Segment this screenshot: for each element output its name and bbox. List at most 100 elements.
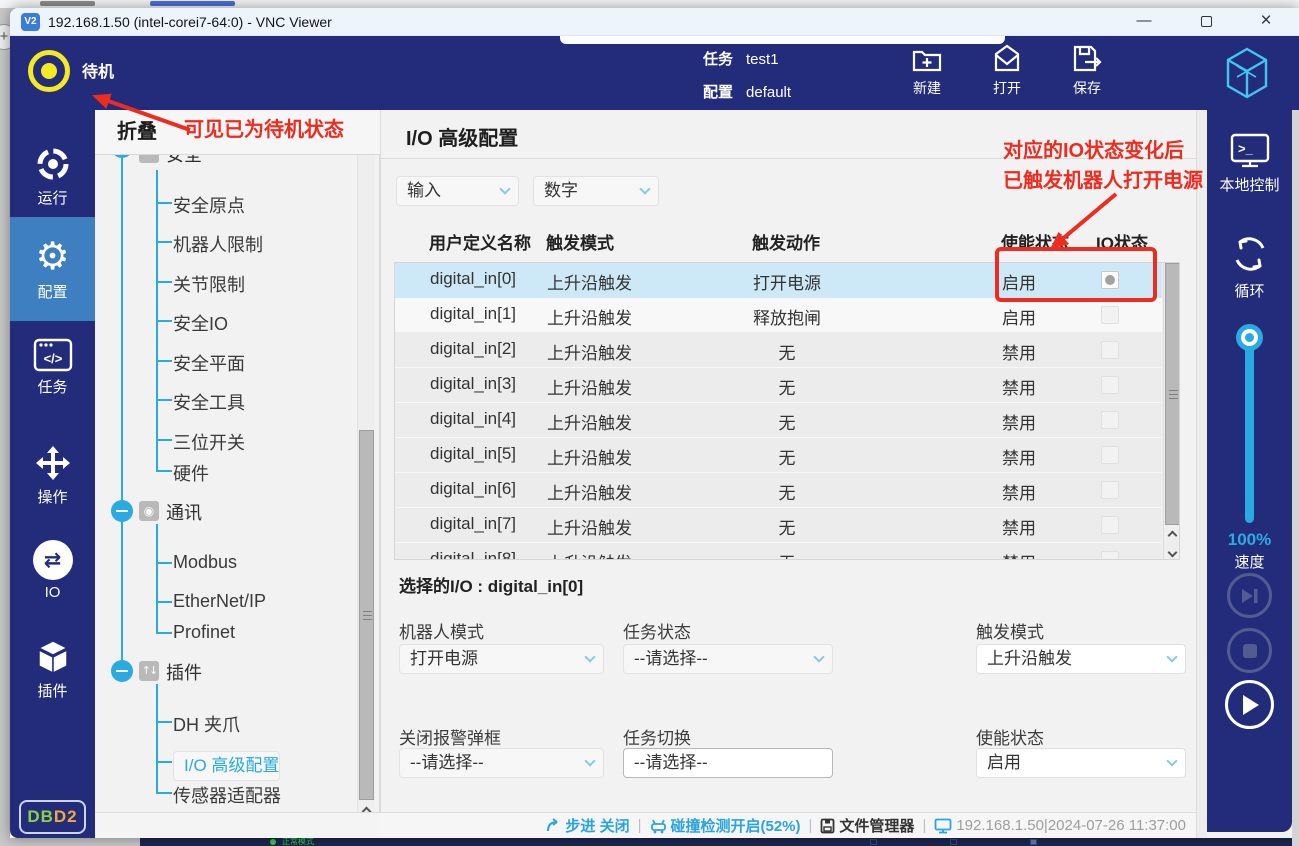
nav-item-plugin[interactable]: 插件: [10, 638, 95, 701]
step-forward-button[interactable]: [1227, 573, 1272, 618]
nav-item-config[interactable]: ⚙ 配置: [10, 217, 95, 321]
new-button[interactable]: 新建: [895, 43, 959, 105]
tree-leaf-dh-gripper[interactable]: DH 夹爪: [173, 711, 240, 737]
tree-leaf-sensor-adapter[interactable]: 传感器适配器: [173, 782, 281, 808]
desktop-edge: [0, 0, 1299, 8]
nav-label-run: 运行: [10, 187, 95, 208]
io-state-indicator[interactable]: [1101, 446, 1119, 464]
trigger-mode-select[interactable]: 上升沿触发: [976, 644, 1186, 674]
table-row[interactable]: digital_in[8]上升沿触发无禁用: [395, 543, 1162, 560]
comm-antenna-icon: ◉: [139, 501, 159, 521]
tree-branch-line: [156, 684, 158, 792]
nav-label-plugin: 插件: [10, 680, 95, 701]
tree-node-comm-collapse[interactable]: [111, 500, 133, 522]
nav-item-io[interactable]: ⇄ IO: [10, 540, 95, 601]
nav-label-config: 配置: [10, 281, 95, 302]
table-scroll-down-button[interactable]: [1164, 543, 1180, 560]
move-arrows-icon: [34, 444, 72, 482]
table-row[interactable]: digital_in[7]上升沿触发无禁用: [395, 508, 1162, 543]
minimize-button[interactable]: —: [1125, 8, 1163, 36]
collision-detect-status[interactable]: 碰撞检测开启(52%): [650, 815, 801, 836]
table-row[interactable]: digital_in[6]上升沿触发无禁用: [395, 473, 1162, 508]
close-alarm-popup-label: 关闭报警弹框: [399, 724, 501, 749]
tree-scrollbar[interactable]: [357, 155, 375, 838]
tree-node-plugin-collapse[interactable]: [111, 660, 133, 682]
nav-label-task: 任务: [10, 376, 95, 397]
tree-leaf-safety-tool[interactable]: 安全工具: [173, 389, 245, 415]
nav-item-operate[interactable]: 操作: [10, 444, 95, 507]
vnc-logo: V2: [21, 13, 40, 31]
save-button[interactable]: 保存: [1055, 43, 1119, 105]
table-row[interactable]: digital_in[1]上升沿触发释放抱闸启用: [395, 298, 1162, 333]
stop-icon: [1242, 643, 1258, 659]
tree-leaf-hardware[interactable]: 硬件: [173, 460, 209, 486]
table-row[interactable]: digital_in[3]上升沿触发无禁用: [395, 368, 1162, 403]
io-direction-select[interactable]: 输入: [396, 176, 519, 206]
tree-leaf-safety-plane[interactable]: 安全平面: [173, 350, 245, 376]
table-scrollbar-thumb[interactable]: [1165, 263, 1180, 525]
speed-slider-handle[interactable]: [1236, 324, 1263, 351]
table-scrollbar[interactable]: [1163, 263, 1180, 560]
tree-leaf-modbus[interactable]: Modbus: [173, 552, 237, 573]
io-table: digital_in[0]上升沿触发打开电源启用 digital_in[1]上升…: [394, 262, 1180, 560]
nav-label-operate: 操作: [10, 486, 95, 507]
nav-item-run[interactable]: 运行: [10, 145, 95, 208]
background-app-bar: 正常模式: [140, 838, 1299, 846]
io-state-indicator[interactable]: [1101, 516, 1119, 534]
table-row[interactable]: digital_in[4]上升沿触发无禁用: [395, 403, 1162, 438]
close-button[interactable]: ×: [1247, 8, 1285, 36]
chevron-down-icon: [1166, 651, 1177, 662]
local-control-label: 本地控制: [1207, 174, 1292, 195]
maximize-button[interactable]: [1187, 8, 1225, 36]
local-control-button[interactable]: >_ 本地控制: [1207, 132, 1292, 195]
play-button[interactable]: [1225, 680, 1274, 729]
task-state-select[interactable]: --请选择--: [623, 644, 833, 674]
task-switch-input[interactable]: --请选择--: [623, 748, 833, 778]
speed-slider-track[interactable]: [1245, 335, 1254, 523]
io-type-select[interactable]: 数字: [533, 176, 659, 206]
task-switch-value: --请选择--: [634, 753, 708, 772]
vnc-toolbar-notch[interactable]: [560, 36, 1005, 44]
tree-leaf-ethernet-ip[interactable]: EtherNet/IP: [173, 591, 266, 612]
io-state-indicator[interactable]: [1101, 341, 1119, 359]
io-state-indicator[interactable]: [1101, 306, 1119, 324]
tree-node-plugin[interactable]: 插件: [166, 659, 202, 685]
file-manager-button[interactable]: 文件管理器: [820, 815, 914, 836]
io-state-indicator[interactable]: [1101, 376, 1119, 394]
stop-button[interactable]: [1227, 628, 1272, 673]
tree-leaf-io-advanced-config[interactable]: I/O 高级配置: [173, 751, 280, 781]
tree-leaf-safety-origin[interactable]: 安全原点: [173, 192, 245, 218]
loop-button[interactable]: 循环: [1207, 232, 1292, 301]
io-state-indicator[interactable]: [1101, 481, 1119, 499]
tree-leaf-robot-limit[interactable]: 机器人限制: [173, 231, 263, 257]
separator: |: [922, 817, 926, 834]
tree-scrollbar-thumb[interactable]: [359, 430, 374, 800]
close-alarm-popup-select[interactable]: --请选择--: [399, 748, 604, 778]
step-mode-status[interactable]: 步进 关闭: [545, 815, 629, 836]
enable-state-select[interactable]: 启用: [976, 748, 1186, 778]
tree-node-comm[interactable]: 通讯: [166, 499, 202, 525]
ghost-icon: [870, 839, 877, 845]
task-value: test1: [746, 51, 779, 68]
separator: |: [809, 817, 813, 834]
nav-item-task[interactable]: </> 任务: [10, 338, 95, 397]
tree-leaf-three-pos-switch[interactable]: 三位开关: [173, 429, 245, 455]
save-button-label: 保存: [1055, 78, 1119, 98]
table-row[interactable]: digital_in[5]上升沿触发无禁用: [395, 438, 1162, 473]
plugin-arrows-icon: ↑↓: [139, 661, 159, 681]
page-title: I/O 高级配置: [406, 122, 518, 151]
robot-mode-select[interactable]: 打开电源: [399, 644, 604, 674]
table-scroll-up-button[interactable]: [1164, 526, 1180, 543]
io-state-indicator[interactable]: [1101, 411, 1119, 429]
tree-leaf-joint-limit[interactable]: 关节限制: [173, 271, 245, 297]
new-button-label: 新建: [895, 78, 959, 98]
dbd2-badge[interactable]: DBD2: [19, 800, 86, 834]
io-state-indicator[interactable]: [1101, 551, 1119, 560]
open-button[interactable]: 打开: [975, 43, 1039, 105]
chevron-down-icon: [584, 755, 595, 766]
tree-leaf-profinet[interactable]: Profinet: [173, 622, 235, 643]
table-row[interactable]: digital_in[2]上升沿触发无禁用: [395, 333, 1162, 368]
tree-leaf-safety-io[interactable]: 安全IO: [173, 310, 228, 336]
collapse-label[interactable]: 折叠: [117, 110, 157, 154]
open-envelope-icon: [990, 43, 1024, 75]
